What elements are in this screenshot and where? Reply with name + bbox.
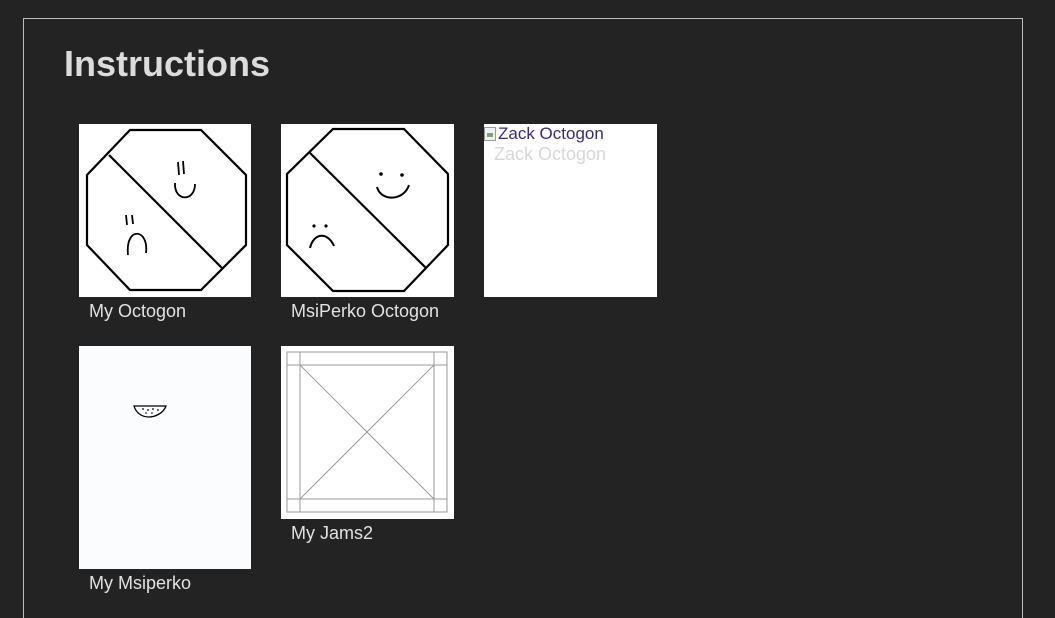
drawing-thumbnail[interactable]	[281, 346, 454, 519]
gallery-caption[interactable]: My Jams2	[291, 523, 373, 544]
octagon-drawing-icon	[85, 128, 248, 292]
broken-image-alt: Zack Octogon	[498, 124, 604, 143]
gallery-caption[interactable]: Zack Octogon	[494, 144, 606, 165]
gallery-caption[interactable]: MsiPerko Octogon	[291, 301, 439, 322]
watermelon-slice-icon	[133, 405, 167, 418]
gallery-card-my-jams2[interactable]: My Jams2	[281, 346, 454, 543]
broken-image-link[interactable]: Zack Octogon	[484, 124, 604, 144]
gallery-card-my-msiperko[interactable]: My Msiperko	[79, 346, 251, 593]
x-frame-icon	[286, 351, 448, 513]
gallery-caption[interactable]: My Msiperko	[89, 573, 191, 594]
broken-image-icon	[484, 127, 496, 141]
gallery-card-zack-octogon[interactable]: Zack Octogon Zack Octogon	[484, 124, 657, 297]
drawing-thumbnail[interactable]	[281, 124, 454, 297]
page-title: Instructions	[64, 43, 271, 84]
gallery-card-msiperko-octogon[interactable]: MsiPerko Octogon	[281, 124, 454, 321]
drawing-thumbnail[interactable]	[79, 124, 251, 297]
drawing-thumbnail[interactable]	[79, 346, 251, 569]
gallery-caption[interactable]: My Octogon	[89, 301, 186, 322]
octagon-drawing-icon	[285, 127, 450, 293]
gallery-card-my-octogon[interactable]: My Octogon	[79, 124, 251, 321]
